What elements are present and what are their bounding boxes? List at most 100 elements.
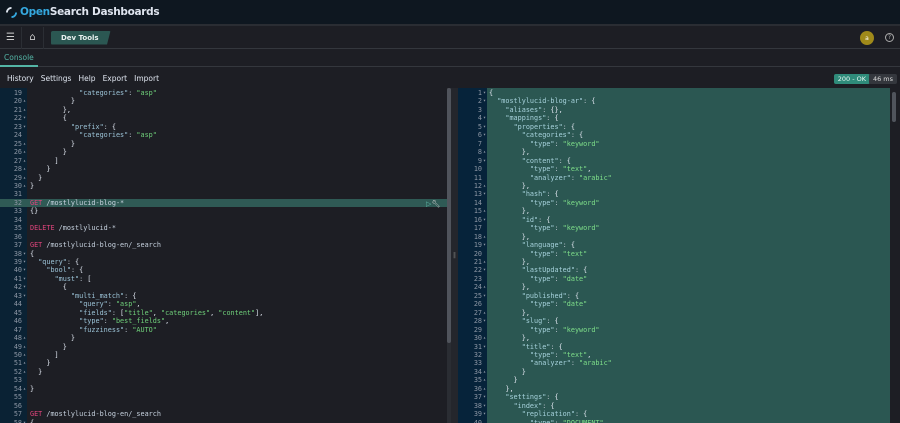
- fold-toggle-icon[interactable]: ▴: [483, 309, 486, 317]
- code-line[interactable]: 34 ▴ }: [458, 368, 890, 376]
- fold-toggle-icon[interactable]: ▾: [483, 216, 486, 224]
- code-line[interactable]: 55: [0, 393, 450, 401]
- code-line[interactable]: 2 ▾ "mostlylucid-blog-ar": {: [458, 97, 890, 105]
- fold-toggle-icon[interactable]: ▾: [23, 250, 26, 258]
- opensearch-logo[interactable]: Open Search Dashboards: [6, 6, 160, 18]
- fold-toggle-icon[interactable]: ▴: [23, 140, 26, 148]
- fold-toggle-icon[interactable]: ▾: [483, 241, 486, 249]
- code-line[interactable]: 33 {}: [0, 207, 450, 215]
- code-line[interactable]: 51 ▴ }: [0, 359, 450, 367]
- code-line[interactable]: 27 ▴ ]: [0, 157, 450, 165]
- code-line[interactable]: 32 "type": "text",: [458, 351, 890, 359]
- fold-toggle-icon[interactable]: ▾: [483, 393, 486, 401]
- request-editor[interactable]: 19 "categories": "asp" 20 ▴ } 21 ▴ }, 22 ▾ {23…: [0, 88, 450, 423]
- home-icon[interactable]: ⌂: [22, 26, 44, 49]
- code-line[interactable]: 8 ▴ },: [458, 148, 890, 156]
- code-line[interactable]: 46 "type": "best_fields",: [0, 317, 450, 325]
- code-line[interactable]: 23 "type": "date": [458, 275, 890, 283]
- code-line[interactable]: 7 "type": "keyword": [458, 140, 890, 148]
- pane-resize-handle[interactable]: ‖: [451, 88, 458, 423]
- fold-toggle-icon[interactable]: ▾: [483, 317, 486, 325]
- code-line[interactable]: 17 "type": "keyword": [458, 224, 890, 232]
- code-line[interactable]: 19 ▾ "language": {: [458, 241, 890, 249]
- menu-settings[interactable]: Settings: [41, 74, 72, 83]
- code-line[interactable]: 26 "type": "date": [458, 300, 890, 308]
- code-line[interactable]: 39 ▾ "query": {: [0, 258, 450, 266]
- code-line[interactable]: 25 ▾ "published": {: [458, 292, 890, 300]
- code-line[interactable]: 57 GET /mostlylucid-blog-en/_search: [0, 410, 450, 418]
- code-line[interactable]: 4 ▾ "mappings": {: [458, 114, 890, 122]
- code-line[interactable]: 25 ▴ }: [0, 140, 450, 148]
- code-line[interactable]: 21 ▴ },: [0, 106, 450, 114]
- fold-toggle-icon[interactable]: ▾: [23, 275, 26, 283]
- code-line[interactable]: 43 ▾ "multi_match": {: [0, 292, 450, 300]
- code-line[interactable]: 40 ▾ "bool": {: [0, 266, 450, 274]
- code-line[interactable]: 40 "type": "DOCUMENT": [458, 419, 890, 423]
- code-line[interactable]: 28 ▾ "slug": {: [458, 317, 890, 325]
- code-line[interactable]: 24 ▴ },: [458, 283, 890, 291]
- fold-toggle-icon[interactable]: ▾: [483, 410, 486, 418]
- tab-console[interactable]: Console: [0, 50, 38, 67]
- fold-toggle-icon[interactable]: ▾: [23, 114, 26, 122]
- fold-toggle-icon[interactable]: ▾: [483, 292, 486, 300]
- code-line[interactable]: 23 ▾ "prefix": {: [0, 123, 450, 131]
- fold-toggle-icon[interactable]: ▾: [483, 402, 486, 410]
- code-line[interactable]: 36: [0, 233, 450, 241]
- menu-icon[interactable]: ☰: [0, 26, 22, 49]
- code-line[interactable]: 1 ▾{: [458, 89, 890, 97]
- code-line[interactable]: 38 ▾ "index": {: [458, 402, 890, 410]
- fold-toggle-icon[interactable]: ▾: [483, 266, 486, 274]
- response-editor[interactable]: 1 ▾{2 ▾ "mostlylucid-blog-ar": {3 "aliases…: [458, 88, 890, 423]
- code-line[interactable]: 52 ▴ }: [0, 368, 450, 376]
- menu-help[interactable]: Help: [78, 74, 95, 83]
- fold-toggle-icon[interactable]: ▾: [483, 97, 486, 105]
- code-line[interactable]: 49 ▴ }: [0, 343, 450, 351]
- fold-toggle-icon[interactable]: ▴: [483, 368, 486, 376]
- fold-toggle-icon[interactable]: ▴: [483, 385, 486, 393]
- code-line[interactable]: 31: [0, 190, 450, 198]
- fold-toggle-icon[interactable]: ▾: [23, 258, 26, 266]
- code-line[interactable]: 3 "aliases": {},: [458, 106, 890, 114]
- code-line[interactable]: 29 "type": "keyword": [458, 326, 890, 334]
- fold-toggle-icon[interactable]: ▴: [483, 334, 486, 342]
- code-line[interactable]: 24 "categories": "asp": [0, 131, 450, 139]
- code-line[interactable]: 22 ▾ "lastUpdated": {: [458, 266, 890, 274]
- code-line[interactable]: 30 ▴ },: [458, 334, 890, 342]
- code-line[interactable]: 15 ▴ },: [458, 207, 890, 215]
- fold-toggle-icon[interactable]: ▾: [23, 292, 26, 300]
- fold-toggle-icon[interactable]: ▾: [23, 419, 26, 423]
- code-line[interactable]: 26 ▴ }: [0, 148, 450, 156]
- fold-toggle-icon[interactable]: ▴: [23, 174, 26, 182]
- fold-toggle-icon[interactable]: ▴: [23, 157, 26, 165]
- fold-toggle-icon[interactable]: ▾: [23, 283, 26, 291]
- fold-toggle-icon[interactable]: ▾: [483, 157, 486, 165]
- code-line[interactable]: 12 ▴ },: [458, 182, 890, 190]
- code-line[interactable]: 11 "analyzer": "arabic": [458, 174, 890, 182]
- code-line[interactable]: 31 ▾ "title": {: [458, 343, 890, 351]
- fold-toggle-icon[interactable]: ▾: [23, 266, 26, 274]
- code-line[interactable]: 56: [0, 402, 450, 410]
- code-line[interactable]: 35 ▴ }: [458, 376, 890, 384]
- code-line[interactable]: 27 ▴ },: [458, 309, 890, 317]
- code-line[interactable]: 20 ▴ }: [0, 97, 450, 105]
- code-line[interactable]: 37 GET /mostlylucid-blog-en/_search: [0, 241, 450, 249]
- code-line[interactable]: 13 ▾ "hash": {: [458, 190, 890, 198]
- code-line[interactable]: 10 "type": "text",: [458, 165, 890, 173]
- code-line[interactable]: 34: [0, 216, 450, 224]
- fold-toggle-icon[interactable]: ▴: [23, 351, 26, 359]
- fold-toggle-icon[interactable]: ▾: [483, 343, 486, 351]
- code-line[interactable]: 54 ▴}: [0, 385, 450, 393]
- code-line[interactable]: 22 ▾ {: [0, 114, 450, 122]
- code-line[interactable]: 30 ▴}: [0, 182, 450, 190]
- code-line[interactable]: 29 ▴ }: [0, 174, 450, 182]
- breadcrumb-dev-tools[interactable]: Dev Tools: [51, 30, 111, 45]
- fold-toggle-icon[interactable]: ▴: [23, 334, 26, 342]
- code-line[interactable]: 16 ▾ "id": {: [458, 216, 890, 224]
- code-line[interactable]: 32 GET /mostlylucid-blog-*: [0, 198, 450, 208]
- fold-toggle-icon[interactable]: ▴: [23, 385, 26, 393]
- response-scrollbar[interactable]: [892, 88, 896, 423]
- fold-toggle-icon[interactable]: ▾: [483, 123, 486, 131]
- fold-toggle-icon[interactable]: ▴: [483, 207, 486, 215]
- code-line[interactable]: 19 "categories": "asp": [0, 89, 450, 97]
- fold-toggle-icon[interactable]: ▾: [483, 190, 486, 198]
